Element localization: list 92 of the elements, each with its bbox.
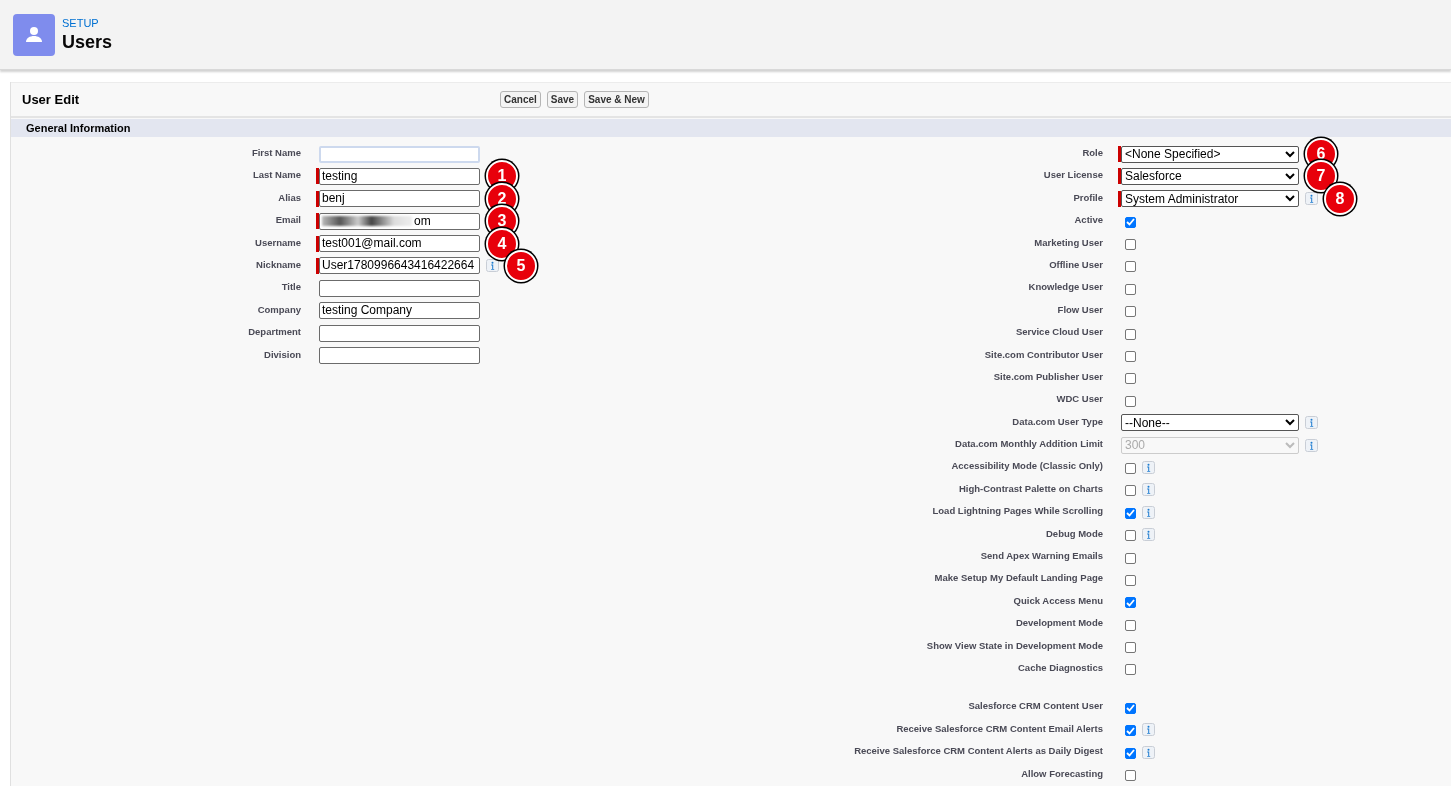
checkbox[interactable] — [1125, 485, 1136, 497]
field-label: Division — [263, 347, 301, 360]
text-field[interactable] — [319, 279, 480, 297]
checkbox[interactable] — [1125, 507, 1136, 519]
field-label: Nickname — [255, 257, 301, 270]
field-label: WDC User — [1055, 392, 1103, 405]
field-label: Last Name — [251, 168, 301, 181]
checkbox[interactable] — [1125, 530, 1136, 542]
field-label: Role — [1081, 146, 1103, 158]
number-badge: 5 — [505, 249, 537, 282]
field-label: Quick Access Menu — [1012, 593, 1103, 606]
checkbox[interactable] — [1125, 664, 1136, 676]
field-label: Make Setup My Default Landing Page — [933, 571, 1103, 584]
checkbox[interactable] — [1125, 597, 1136, 609]
caret-icon — [1285, 441, 1295, 449]
number-badge: 4 — [486, 227, 518, 260]
field-label: Company — [256, 302, 301, 315]
checkbox[interactable] — [1125, 261, 1136, 273]
field-label: High-Contrast Palette on Charts — [957, 481, 1103, 494]
panel-title: User Edit — [21, 92, 81, 107]
field-label: Cache Diagnostics — [1017, 661, 1103, 673]
checkbox[interactable] — [1125, 373, 1136, 385]
field-label: Accessibility Mode (Classic Only) — [950, 459, 1103, 472]
field-label: User License — [1042, 168, 1103, 181]
info-icon[interactable] — [486, 259, 499, 273]
field-label: First Name — [250, 146, 301, 158]
dropdown[interactable]: <None Specified> — [1121, 145, 1299, 163]
field-label: Data.com Monthly Addition Limit — [954, 437, 1103, 450]
field-label: Marketing User — [1033, 235, 1103, 248]
checkbox[interactable] — [1125, 306, 1136, 318]
text-field[interactable] — [319, 347, 480, 364]
field-label: Knowledge User — [1027, 280, 1103, 293]
text-field[interactable]: testing Company — [319, 302, 480, 320]
checkbox[interactable] — [1125, 574, 1136, 586]
checkbox[interactable] — [1125, 619, 1136, 631]
field-label: Debug Mode — [1045, 526, 1103, 539]
checkbox[interactable] — [1125, 552, 1136, 564]
checkbox[interactable] — [1125, 725, 1136, 737]
checkbox[interactable] — [1125, 770, 1136, 782]
checkbox[interactable] — [1125, 351, 1136, 362]
field-label: Title — [280, 280, 301, 293]
form-button[interactable]: Save — [546, 91, 579, 108]
field-label: Show View State in Development Mode — [925, 638, 1103, 651]
checkbox[interactable] — [1125, 642, 1136, 654]
field-label: Send Apex Warning Emails — [979, 549, 1103, 562]
page-title: Users — [62, 30, 113, 54]
field-label: Site.com Contributor User — [983, 347, 1103, 360]
field-label: Profile — [1072, 190, 1103, 203]
field-label: Alias — [277, 190, 301, 203]
field-label: Allow Forecasting — [1020, 766, 1103, 779]
caret-icon — [1285, 172, 1295, 180]
field-label: Service Cloud User — [1014, 325, 1103, 338]
caret-icon — [1285, 419, 1295, 427]
field-label: Receive Salesforce CRM Content Email Alerts — [895, 721, 1103, 734]
field-label: Email — [274, 213, 301, 226]
field-label: Receive Salesforce CRM Content Alerts as Daily Digest — [853, 744, 1103, 757]
form-button[interactable]: Save & New — [584, 91, 649, 108]
checkbox[interactable] — [1125, 462, 1136, 474]
number-badge: 8 — [1324, 182, 1356, 215]
field-label: Development Mode — [1014, 616, 1103, 629]
field-label: Flow User — [1056, 302, 1103, 315]
field-label: Data.com User Type — [1011, 414, 1103, 427]
caret-icon — [1285, 150, 1295, 158]
text-field[interactable]: User1780996643416422664 — [319, 257, 480, 275]
text-field[interactable]: om — [319, 212, 480, 230]
text-field[interactable] — [319, 324, 480, 342]
dropdown[interactable]: --None-- — [1121, 414, 1299, 432]
caret-icon — [1285, 195, 1295, 203]
checkbox[interactable] — [1125, 239, 1136, 251]
breadcrumb[interactable]: SETUP — [62, 15, 113, 30]
field-label: Active — [1073, 213, 1103, 226]
checkbox[interactable] — [1125, 702, 1136, 714]
form-button[interactable]: Cancel — [500, 91, 541, 108]
field-label: Department — [247, 325, 301, 338]
field-label: Site.com Publisher User — [992, 369, 1103, 382]
number-badge: 7 — [1305, 160, 1337, 193]
field-label: Username — [254, 235, 301, 248]
checkbox[interactable] — [1125, 395, 1136, 407]
user-icon — [13, 13, 55, 56]
checkbox[interactable] — [1125, 283, 1136, 295]
dropdown[interactable]: Salesforce — [1121, 167, 1299, 185]
field-label: Load Lightning Pages While Scrolling — [931, 504, 1103, 517]
field-label: Salesforce CRM Content User — [967, 699, 1103, 712]
text-field[interactable]: benj — [319, 190, 480, 208]
checkbox[interactable] — [1125, 328, 1136, 340]
field-label: Offline User — [1048, 257, 1103, 270]
text-field[interactable]: test001@mail.com — [319, 235, 480, 253]
checkbox[interactable] — [1125, 747, 1136, 759]
checkbox[interactable] — [1125, 216, 1136, 228]
dropdown[interactable]: System Administrator — [1121, 190, 1299, 208]
section-header: General Information — [11, 119, 1451, 137]
text-field[interactable]: testing — [319, 167, 480, 185]
